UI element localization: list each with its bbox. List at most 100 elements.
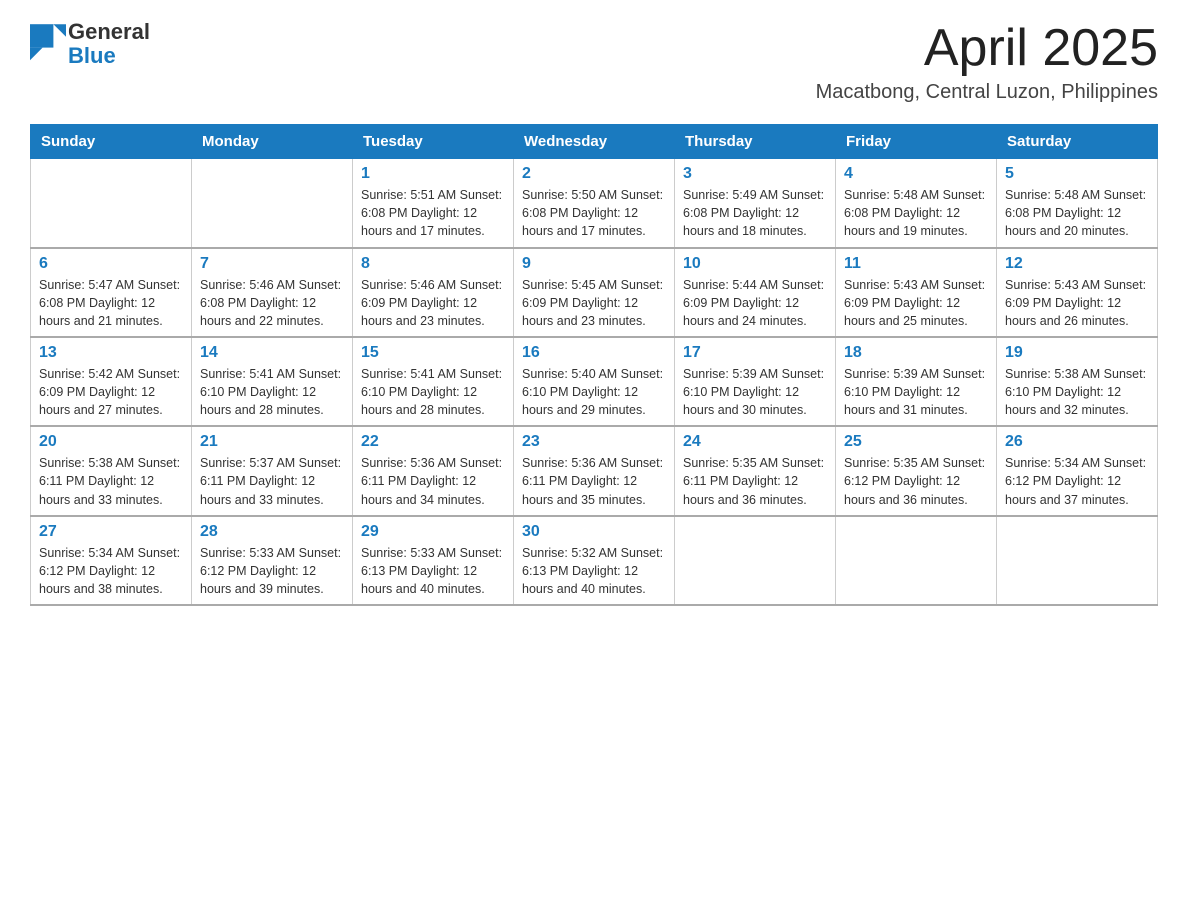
week-row-5: 27 Sunrise: 5:34 AM Sunset: 6:12 PM Dayli… <box>31 516 1158 605</box>
logo-blue: Blue <box>68 43 116 68</box>
day-info: Sunrise: 5:33 AM Sunset: 6:13 PM Dayligh… <box>361 544 505 598</box>
day-info: Sunrise: 5:41 AM Sunset: 6:10 PM Dayligh… <box>200 365 344 419</box>
day-number: 5 <box>1005 165 1149 183</box>
day-info: Sunrise: 5:49 AM Sunset: 6:08 PM Dayligh… <box>683 186 827 240</box>
calendar-cell: 3Sunrise: 5:49 AM Sunset: 6:08 PM Daylig… <box>675 159 836 248</box>
day-number: 4 <box>844 165 988 183</box>
day-number: 22 <box>361 433 505 451</box>
calendar-cell: 14Sunrise: 5:41 AM Sunset: 6:10 PM Dayli… <box>192 337 353 426</box>
day-number: 23 <box>522 433 666 451</box>
day-number: 8 <box>361 255 505 273</box>
day-number: 17 <box>683 344 827 362</box>
location-title: Macatbong, Central Luzon, Philippines <box>816 81 1158 104</box>
day-number: 1 <box>361 165 505 183</box>
day-info: Sunrise: 5:40 AM Sunset: 6:10 PM Dayligh… <box>522 365 666 419</box>
day-info: Sunrise: 5:33 AM Sunset: 6:12 PM Dayligh… <box>200 544 344 598</box>
calendar-cell: 5Sunrise: 5:48 AM Sunset: 6:08 PM Daylig… <box>997 159 1158 248</box>
day-info: Sunrise: 5:45 AM Sunset: 6:09 PM Dayligh… <box>522 276 666 330</box>
logo-text: General Blue <box>68 20 150 68</box>
logo-general: General <box>68 19 150 44</box>
calendar-cell: 21 Sunrise: 5:37 AM Sunset: 6:11 PM Dayli… <box>192 426 353 515</box>
logo: General Blue <box>30 20 150 68</box>
calendar-table: Sunday Monday Tuesday Wednesday Thursday… <box>30 124 1158 606</box>
day-number: 7 <box>200 255 344 273</box>
col-saturday: Saturday <box>997 125 1158 159</box>
day-info: Sunrise: 5:34 AM Sunset: 6:12 PM Dayligh… <box>39 544 183 598</box>
day-number: 6 <box>39 255 183 273</box>
day-number: 27 <box>39 523 183 541</box>
calendar-cell: 22 Sunrise: 5:36 AM Sunset: 6:11 PM Dayli… <box>353 426 514 515</box>
day-info: Sunrise: 5:44 AM Sunset: 6:09 PM Dayligh… <box>683 276 827 330</box>
calendar-cell: 12 Sunrise: 5:43 AM Sunset: 6:09 PM Dayli… <box>997 248 1158 337</box>
calendar-cell: 2 Sunrise: 5:50 AM Sunset: 6:08 PM Daylig… <box>514 159 675 248</box>
day-info: Sunrise: 5:39 AM Sunset: 6:10 PM Dayligh… <box>844 365 988 419</box>
day-info: Sunrise: 5:36 AM Sunset: 6:11 PM Dayligh… <box>522 454 666 508</box>
week-row-3: 13Sunrise: 5:42 AM Sunset: 6:09 PM Dayli… <box>31 337 1158 426</box>
day-info: Sunrise: 5:41 AM Sunset: 6:10 PM Dayligh… <box>361 365 505 419</box>
week-row-4: 20Sunrise: 5:38 AM Sunset: 6:11 PM Dayli… <box>31 426 1158 515</box>
day-info: Sunrise: 5:42 AM Sunset: 6:09 PM Dayligh… <box>39 365 183 419</box>
day-number: 26 <box>1005 433 1149 451</box>
day-info: Sunrise: 5:48 AM Sunset: 6:08 PM Dayligh… <box>844 186 988 240</box>
day-info: Sunrise: 5:43 AM Sunset: 6:09 PM Dayligh… <box>844 276 988 330</box>
calendar-cell: 29Sunrise: 5:33 AM Sunset: 6:13 PM Dayli… <box>353 516 514 605</box>
calendar-cell: 1 Sunrise: 5:51 AM Sunset: 6:08 PM Daylig… <box>353 159 514 248</box>
calendar-cell: 27 Sunrise: 5:34 AM Sunset: 6:12 PM Dayli… <box>31 516 192 605</box>
calendar-cell: 18Sunrise: 5:39 AM Sunset: 6:10 PM Dayli… <box>836 337 997 426</box>
calendar-cell <box>192 159 353 248</box>
calendar-cell: 7 Sunrise: 5:46 AM Sunset: 6:08 PM Daylig… <box>192 248 353 337</box>
day-info: Sunrise: 5:46 AM Sunset: 6:08 PM Dayligh… <box>200 276 344 330</box>
calendar-cell <box>836 516 997 605</box>
calendar-cell: 16Sunrise: 5:40 AM Sunset: 6:10 PM Dayli… <box>514 337 675 426</box>
day-info: Sunrise: 5:35 AM Sunset: 6:12 PM Dayligh… <box>844 454 988 508</box>
calendar-cell: 20Sunrise: 5:38 AM Sunset: 6:11 PM Dayli… <box>31 426 192 515</box>
col-thursday: Thursday <box>675 125 836 159</box>
calendar-cell: 23 Sunrise: 5:36 AM Sunset: 6:11 PM Dayli… <box>514 426 675 515</box>
day-info: Sunrise: 5:50 AM Sunset: 6:08 PM Dayligh… <box>522 186 666 240</box>
day-number: 21 <box>200 433 344 451</box>
calendar-cell: 15 Sunrise: 5:41 AM Sunset: 6:10 PM Dayli… <box>353 337 514 426</box>
day-info: Sunrise: 5:34 AM Sunset: 6:12 PM Dayligh… <box>1005 454 1149 508</box>
day-number: 20 <box>39 433 183 451</box>
day-number: 30 <box>522 523 666 541</box>
day-info: Sunrise: 5:36 AM Sunset: 6:11 PM Dayligh… <box>361 454 505 508</box>
day-info: Sunrise: 5:35 AM Sunset: 6:11 PM Dayligh… <box>683 454 827 508</box>
day-info: Sunrise: 5:47 AM Sunset: 6:08 PM Dayligh… <box>39 276 183 330</box>
logo-icon <box>30 26 66 62</box>
day-info: Sunrise: 5:38 AM Sunset: 6:10 PM Dayligh… <box>1005 365 1149 419</box>
day-number: 9 <box>522 255 666 273</box>
calendar-cell: 24Sunrise: 5:35 AM Sunset: 6:11 PM Dayli… <box>675 426 836 515</box>
day-info: Sunrise: 5:32 AM Sunset: 6:13 PM Dayligh… <box>522 544 666 598</box>
day-info: Sunrise: 5:43 AM Sunset: 6:09 PM Dayligh… <box>1005 276 1149 330</box>
col-sunday: Sunday <box>31 125 192 159</box>
day-number: 28 <box>200 523 344 541</box>
day-number: 15 <box>361 344 505 362</box>
col-monday: Monday <box>192 125 353 159</box>
calendar-cell: 26 Sunrise: 5:34 AM Sunset: 6:12 PM Dayli… <box>997 426 1158 515</box>
calendar-cell: 17 Sunrise: 5:39 AM Sunset: 6:10 PM Dayli… <box>675 337 836 426</box>
day-number: 19 <box>1005 344 1149 362</box>
calendar-cell: 28 Sunrise: 5:33 AM Sunset: 6:12 PM Dayli… <box>192 516 353 605</box>
day-info: Sunrise: 5:37 AM Sunset: 6:11 PM Dayligh… <box>200 454 344 508</box>
col-friday: Friday <box>836 125 997 159</box>
day-number: 12 <box>1005 255 1149 273</box>
day-info: Sunrise: 5:39 AM Sunset: 6:10 PM Dayligh… <box>683 365 827 419</box>
calendar-cell: 6 Sunrise: 5:47 AM Sunset: 6:08 PM Daylig… <box>31 248 192 337</box>
day-number: 11 <box>844 255 988 273</box>
calendar-cell: 30 Sunrise: 5:32 AM Sunset: 6:13 PM Dayli… <box>514 516 675 605</box>
day-info: Sunrise: 5:46 AM Sunset: 6:09 PM Dayligh… <box>361 276 505 330</box>
calendar-cell: 10 Sunrise: 5:44 AM Sunset: 6:09 PM Dayli… <box>675 248 836 337</box>
day-info: Sunrise: 5:51 AM Sunset: 6:08 PM Dayligh… <box>361 186 505 240</box>
day-number: 2 <box>522 165 666 183</box>
calendar-cell: 8 Sunrise: 5:46 AM Sunset: 6:09 PM Daylig… <box>353 248 514 337</box>
calendar-cell: 11 Sunrise: 5:43 AM Sunset: 6:09 PM Dayli… <box>836 248 997 337</box>
col-wednesday: Wednesday <box>514 125 675 159</box>
week-row-1: 1 Sunrise: 5:51 AM Sunset: 6:08 PM Daylig… <box>31 159 1158 248</box>
week-row-2: 6 Sunrise: 5:47 AM Sunset: 6:08 PM Daylig… <box>31 248 1158 337</box>
calendar-cell: 19 Sunrise: 5:38 AM Sunset: 6:10 PM Dayli… <box>997 337 1158 426</box>
calendar-cell: 9 Sunrise: 5:45 AM Sunset: 6:09 PM Daylig… <box>514 248 675 337</box>
col-tuesday: Tuesday <box>353 125 514 159</box>
header: General Blue April 2025 Macatbong, Centr… <box>30 20 1158 104</box>
month-title: April 2025 <box>816 20 1158 77</box>
day-number: 10 <box>683 255 827 273</box>
